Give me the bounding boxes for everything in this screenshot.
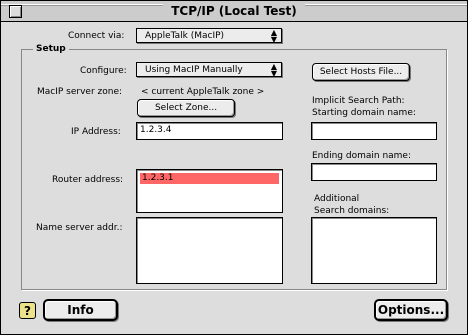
select-zone-button[interactable]: Select Zone... bbox=[137, 99, 235, 117]
connect-via-value: AppleTalk (MacIP) bbox=[145, 31, 225, 41]
ip-address-field[interactable]: 1.2.3.4 bbox=[136, 122, 283, 140]
title-bar[interactable]: TCP/IP (Local Test) bbox=[1, 1, 467, 22]
tcpip-window: TCP/IP (Local Test) Connect via: AppleTa… bbox=[0, 0, 468, 335]
search-domains-label: Search domains: bbox=[314, 206, 390, 216]
configure-label: Configure: bbox=[80, 66, 127, 76]
router-address-field[interactable]: 1.2.3.1 bbox=[136, 169, 283, 213]
starting-domain-label: Starting domain name: bbox=[312, 108, 416, 118]
implicit-search-path-label: Implicit Search Path: bbox=[312, 96, 405, 106]
popup-arrows-icon: ▲ ▼ bbox=[270, 62, 277, 78]
name-server-field[interactable] bbox=[136, 217, 283, 284]
macip-server-zone-value: < current AppleTalk zone > bbox=[141, 87, 265, 97]
popup-arrows-icon: ▲ ▼ bbox=[270, 28, 277, 44]
options-button[interactable]: Options... bbox=[374, 299, 448, 321]
help-icon[interactable]: ? bbox=[19, 302, 36, 319]
select-hosts-file-button[interactable]: Select Hosts File... bbox=[312, 63, 410, 81]
ending-domain-field[interactable] bbox=[311, 163, 437, 181]
window-title: TCP/IP (Local Test) bbox=[163, 4, 305, 18]
connect-via-label: Connect via: bbox=[68, 31, 125, 41]
name-server-label: Name server addr.: bbox=[36, 223, 123, 233]
info-button[interactable]: Info bbox=[43, 299, 118, 321]
router-address-value: 1.2.3.1 bbox=[140, 173, 279, 184]
ending-domain-label: Ending domain name: bbox=[312, 151, 412, 161]
starting-domain-field[interactable] bbox=[311, 122, 437, 140]
connect-via-popup[interactable]: AppleTalk (MacIP) ▲ ▼ bbox=[136, 28, 282, 44]
router-address-label: Router address: bbox=[52, 175, 124, 185]
macip-server-zone-label: MacIP server zone: bbox=[37, 87, 123, 97]
additional-label: Additional bbox=[314, 194, 360, 204]
additional-search-domains-field[interactable] bbox=[311, 217, 437, 284]
ip-address-label: IP Address: bbox=[71, 127, 121, 137]
configure-value: Using MacIP Manually bbox=[145, 65, 243, 75]
configure-popup[interactable]: Using MacIP Manually ▲ ▼ bbox=[136, 62, 282, 78]
setup-group-label: Setup bbox=[33, 44, 69, 54]
